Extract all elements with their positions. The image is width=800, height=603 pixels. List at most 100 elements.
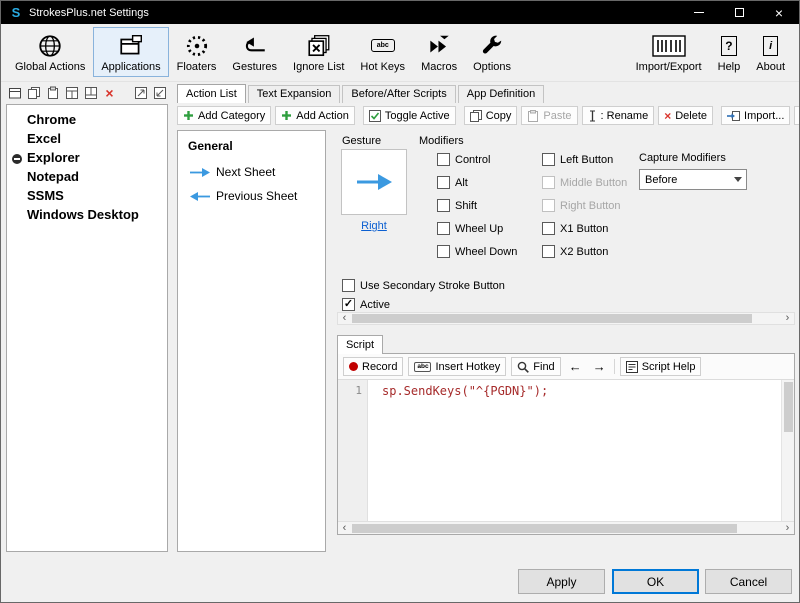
checkbox-left-button[interactable]: Left Button: [542, 153, 613, 166]
checkbox-right-button: Right Button: [542, 199, 621, 212]
settings-window: S StrokesPlus.net Settings × Global Acti…: [0, 0, 800, 603]
vscroll-thumb[interactable]: [784, 382, 793, 432]
toolbar-separator: [614, 359, 615, 374]
checkbox-control[interactable]: Control: [437, 153, 490, 166]
app-window-icon: [118, 32, 144, 59]
dropdown-arrow-zone[interactable]: [729, 170, 746, 189]
apply-button[interactable]: Apply: [518, 569, 605, 594]
import-button[interactable]: Import...: [721, 106, 790, 125]
checkbox-alt[interactable]: Alt: [437, 176, 468, 189]
new-app-icon[interactable]: [7, 86, 22, 101]
checkbox-box: [437, 199, 450, 212]
modifiers-hscrollbar[interactable]: ‹ ›: [337, 312, 795, 325]
line-number-gutter: 1: [338, 380, 368, 523]
checkbox-secondary-stroke[interactable]: Use Secondary Stroke Button: [342, 279, 505, 292]
checkbox-box: [342, 279, 355, 292]
app-list-item-chrome[interactable]: Chrome: [7, 110, 167, 129]
app-list-item-excel[interactable]: Excel: [7, 129, 167, 148]
insert-hotkey-button[interactable]: abc Insert Hotkey: [408, 357, 506, 376]
code-line[interactable]: sp.SendKeys("^{PGDN}");: [382, 384, 548, 398]
cancel-button[interactable]: Cancel: [705, 569, 792, 594]
delete-app-icon[interactable]: ×: [102, 86, 117, 101]
gesture-right-arrow-icon: [190, 168, 210, 177]
tab-before-after-scripts[interactable]: Before/After Scripts: [342, 85, 455, 103]
ribbon-item-macros[interactable]: Macros: [413, 27, 465, 77]
rename-button[interactable]: : Rename: [582, 106, 655, 125]
add-icon: [281, 110, 292, 121]
app-list-item-explorer[interactable]: Explorer: [7, 148, 167, 167]
move-up-icon[interactable]: [64, 86, 79, 101]
scroll-left-icon[interactable]: ‹: [338, 523, 351, 534]
navigate-forward-icon[interactable]: →: [590, 360, 609, 373]
maximize-icon: [735, 8, 744, 17]
minimize-button[interactable]: [679, 1, 719, 24]
record-button[interactable]: Record: [343, 357, 403, 376]
copy-app-icon[interactable]: [26, 86, 41, 101]
checkbox-box-checked: ✓: [342, 298, 355, 311]
ribbon-item-floaters[interactable]: Floaters: [169, 27, 225, 77]
gesture-name-link[interactable]: Right: [341, 220, 407, 232]
collapse-panel-icon[interactable]: [152, 86, 167, 101]
collapse-minus-icon[interactable]: [12, 154, 22, 164]
editor-vscrollbar[interactable]: [781, 380, 794, 523]
ribbon-item-about[interactable]: i About: [748, 27, 793, 77]
ribbon-item-gestures[interactable]: Gestures: [224, 27, 285, 77]
tab-script[interactable]: Script: [337, 335, 383, 354]
gesture-preview: [341, 149, 407, 215]
ribbon-item-options[interactable]: Options: [465, 27, 519, 77]
app-list-item-windows-desktop[interactable]: Windows Desktop: [7, 205, 167, 224]
checkbox-box: [437, 153, 450, 166]
move-down-icon[interactable]: [83, 86, 98, 101]
add-category-button[interactable]: Add Category: [177, 106, 271, 125]
search-icon: [517, 361, 529, 373]
barcode-icon: [652, 32, 686, 59]
expand-panel-icon[interactable]: [133, 86, 148, 101]
app-list-item-ssms[interactable]: SSMS: [7, 186, 167, 205]
gesture-left-arrow-icon: [190, 192, 210, 201]
tree-item-previous-sheet[interactable]: Previous Sheet: [190, 189, 297, 203]
paste-app-icon[interactable]: [45, 86, 60, 101]
checkbox-x1-button[interactable]: X1 Button: [542, 222, 608, 235]
scroll-right-icon[interactable]: ›: [781, 313, 794, 324]
app-list-item-notepad[interactable]: Notepad: [7, 167, 167, 186]
export-button[interactable]: Export...: [794, 106, 800, 125]
checkbox-wheel-down[interactable]: Wheel Down: [437, 245, 517, 258]
checkbox-middle-button: Middle Button: [542, 176, 627, 189]
ok-button[interactable]: OK: [612, 569, 699, 594]
titlebar[interactable]: S StrokesPlus.net Settings ×: [1, 1, 799, 24]
find-button[interactable]: Find: [511, 357, 560, 376]
hscroll-thumb[interactable]: [352, 314, 752, 323]
tab-app-definition[interactable]: App Definition: [458, 85, 545, 103]
ribbon-label: Ignore List: [293, 61, 344, 73]
scroll-right-icon[interactable]: ›: [781, 523, 794, 534]
ribbon-item-applications[interactable]: Applications: [93, 27, 168, 77]
copy-button[interactable]: Copy: [464, 106, 518, 125]
capture-modifiers-select[interactable]: Before: [639, 169, 747, 190]
close-button[interactable]: ×: [759, 1, 799, 24]
checkbox-x2-button[interactable]: X2 Button: [542, 245, 608, 258]
checkbox-box: [542, 245, 555, 258]
checkbox-shift[interactable]: Shift: [437, 199, 477, 212]
scroll-left-icon[interactable]: ‹: [338, 313, 351, 324]
toggle-active-button[interactable]: Toggle Active: [363, 106, 456, 125]
checkbox-box: [542, 176, 555, 189]
ribbon-item-ignore-list[interactable]: Ignore List: [285, 27, 352, 77]
ribbon-item-help[interactable]: ? Help: [710, 27, 749, 77]
ribbon-item-hot-keys[interactable]: abc Hot Keys: [352, 27, 413, 77]
tab-action-list[interactable]: Action List: [177, 84, 246, 103]
tab-text-expansion[interactable]: Text Expansion: [248, 85, 341, 103]
ribbon-item-global-actions[interactable]: Global Actions: [7, 27, 93, 77]
delete-button[interactable]: × Delete: [658, 106, 713, 125]
editor-hscrollbar[interactable]: ‹ ›: [338, 521, 794, 534]
add-action-button[interactable]: Add Action: [275, 106, 355, 125]
tree-item-next-sheet[interactable]: Next Sheet: [190, 165, 275, 179]
navigate-back-icon[interactable]: ←: [566, 360, 585, 373]
checkbox-active[interactable]: ✓Active: [342, 298, 390, 311]
hscroll-thumb[interactable]: [352, 524, 737, 533]
tree-category-general[interactable]: General: [188, 139, 233, 153]
paste-button[interactable]: Paste: [521, 106, 577, 125]
checkbox-wheel-up[interactable]: Wheel Up: [437, 222, 503, 235]
maximize-button[interactable]: [719, 1, 759, 24]
ribbon-item-import-export[interactable]: Import/Export: [628, 27, 710, 77]
script-help-button[interactable]: Script Help: [620, 357, 702, 376]
